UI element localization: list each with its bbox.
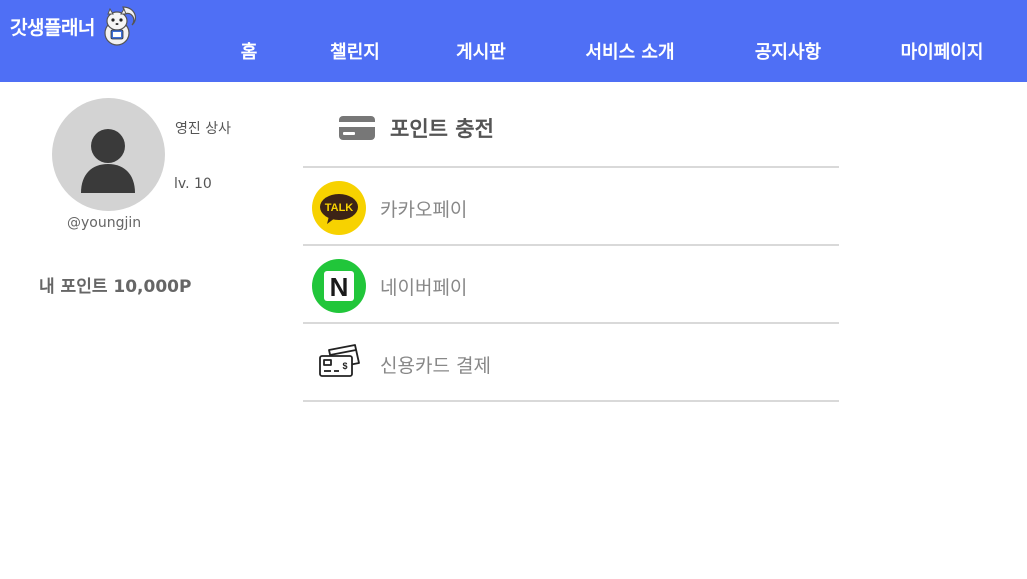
nav-item-mypage[interactable]: 마이페이지 — [901, 38, 984, 64]
payment-option-naverpay[interactable]: N 네이버페이 — [303, 244, 839, 322]
profile-handle: @youngjin — [67, 215, 142, 231]
kakao-icon-text: TALK — [325, 202, 354, 214]
credit-cards-icon: $ — [319, 344, 360, 377]
credit-card-icon — [339, 116, 375, 140]
payment-option-label: 네이버페이 — [380, 277, 468, 299]
svg-text:$: $ — [342, 361, 347, 371]
payment-option-kakaopay[interactable]: TALK 카카오페이 — [303, 166, 839, 244]
naver-icon-text: N — [330, 272, 349, 302]
charge-header: 포인트 충전 — [338, 112, 494, 144]
payment-option-label: 신용카드 결제 — [380, 355, 491, 377]
payment-options: TALK 카카오페이 N 네이버페이 $ 신용카드 결제 — [303, 166, 839, 402]
kakaotalk-icon: TALK — [312, 181, 366, 235]
logo-text: 갓생플래너 — [10, 16, 95, 39]
page-title: 포인트 충전 — [390, 117, 494, 141]
my-points: 내 포인트 10,000P — [39, 277, 192, 297]
nav-item-notice[interactable]: 공지사항 — [755, 38, 821, 64]
profile-name: 영진 상사 — [175, 121, 231, 137]
nav-item-board[interactable]: 게시판 — [456, 38, 506, 64]
nav-item-challenge[interactable]: 챌린지 — [330, 38, 380, 64]
naver-icon: N — [312, 259, 366, 313]
payment-option-label: 카카오페이 — [380, 199, 468, 221]
avatar — [52, 98, 165, 211]
main-nav: 홈 챌린지 게시판 서비스 소개 공지사항 마이페이지 — [0, 38, 1027, 68]
profile-level: lv. 10 — [174, 176, 212, 192]
nav-item-home[interactable]: 홈 — [241, 38, 258, 64]
user-icon — [81, 129, 135, 193]
top-nav-bar: 갓생플래너 홈 챌린지 게시판 서비스 소개 공지사항 마이페이지 — [0, 0, 1027, 82]
payment-option-credit-card[interactable]: $ 신용카드 결제 — [303, 322, 839, 402]
nav-item-service-intro[interactable]: 서비스 소개 — [585, 38, 674, 64]
